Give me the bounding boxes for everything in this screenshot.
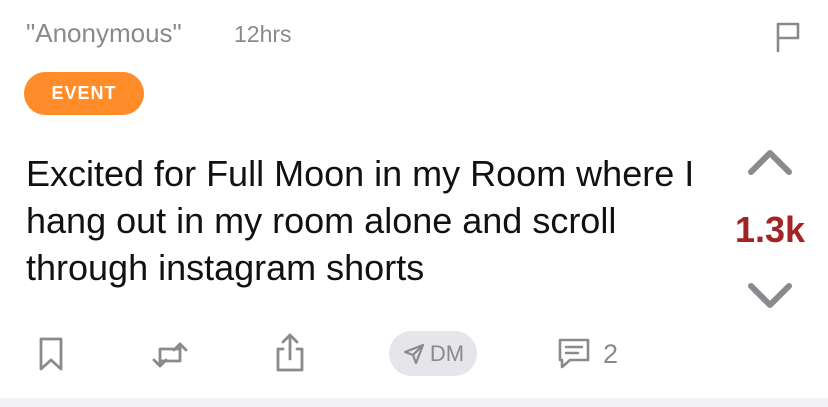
comments-button[interactable]: 2 (555, 336, 618, 372)
event-tag[interactable]: EVENT (24, 72, 144, 115)
chevron-down-icon[interactable] (745, 276, 795, 316)
bookmark-icon[interactable] (36, 336, 66, 372)
author-name[interactable]: "Anonymous" (26, 18, 182, 49)
post-text[interactable]: Excited for Full Moon in my Room where I… (26, 150, 726, 291)
dm-button[interactable]: DM (389, 331, 477, 376)
repost-icon[interactable] (150, 338, 190, 372)
post-time: 12hrs (234, 21, 292, 47)
comment-count: 2 (603, 338, 619, 369)
vote-control: 1.3k (720, 140, 820, 320)
post-card: "Anonymous" 12hrs EVENT Excited for Full… (0, 0, 828, 398)
separator (0, 398, 828, 407)
comment-icon (558, 338, 590, 369)
event-tag-label: EVENT (51, 83, 117, 103)
dm-label: DM (429, 340, 465, 366)
vote-score: 1.3k (734, 209, 806, 250)
flag-icon[interactable] (770, 20, 804, 54)
send-icon (403, 343, 424, 364)
chevron-up-icon[interactable] (745, 142, 795, 182)
share-icon[interactable] (273, 332, 307, 374)
